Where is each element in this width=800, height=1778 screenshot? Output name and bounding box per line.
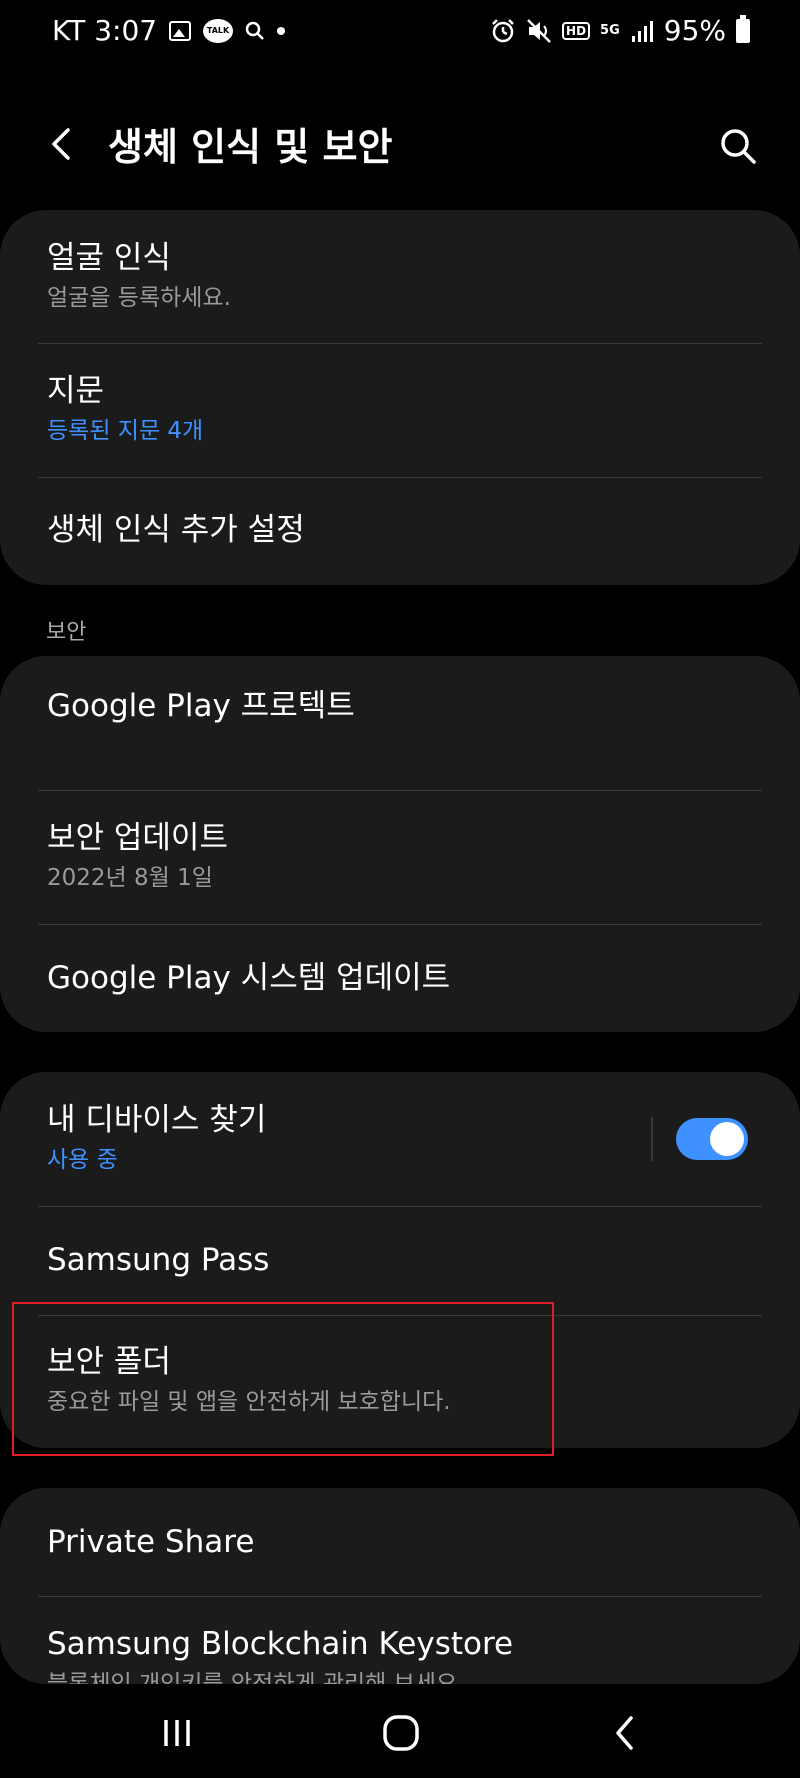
more-notifications-dot-icon: [277, 26, 286, 35]
search-button[interactable]: [716, 124, 760, 168]
find-my-device-item[interactable]: 내 디바이스 찾기 사용 중: [47, 1100, 620, 1176]
find-my-device-toggle[interactable]: [676, 1118, 748, 1160]
more-card: Private Share Samsung Blockchain Keystor…: [0, 1488, 800, 1684]
blockchain-keystore-title: Samsung Blockchain Keystore: [47, 1626, 514, 1662]
fingerprint-title: 지문: [47, 373, 105, 409]
status-right: HD 5G 95%: [490, 14, 750, 47]
samsung-pass-title: Samsung Pass: [47, 1242, 270, 1278]
divider: [38, 924, 762, 925]
back-arrow-icon: [52, 128, 70, 160]
status-left: KT 3:07 TALK: [52, 14, 286, 47]
blockchain-keystore-item[interactable]: Samsung Blockchain Keystore 블록체인 개인키를 안전…: [47, 1624, 753, 1684]
play-system-update-title: Google Play 시스템 업데이트: [47, 960, 451, 996]
face-recognition-subtitle: 얼굴을 등록하세요.: [47, 285, 231, 311]
fingerprint-subtitle: 등록된 지문 4개: [47, 418, 204, 444]
private-share-item[interactable]: Private Share: [47, 1522, 753, 1562]
search-notification-icon: [245, 21, 265, 41]
recents-button[interactable]: [152, 1708, 202, 1758]
play-system-update-item[interactable]: Google Play 시스템 업데이트: [47, 958, 753, 998]
divider: [38, 1596, 762, 1597]
security-update-title: 보안 업데이트: [47, 820, 228, 856]
play-protect-item[interactable]: Google Play 프로텍트: [47, 686, 753, 726]
private-share-title: Private Share: [47, 1524, 255, 1560]
security-update-item[interactable]: 보안 업데이트 2022년 8월 1일: [47, 818, 753, 894]
recents-icon: [164, 1720, 190, 1746]
blockchain-keystore-subtitle: 블록체인 개인키를 안전하게 관리해 보세요.: [47, 1671, 465, 1684]
hd-voice-icon: HD: [562, 21, 591, 40]
divider: [38, 1206, 762, 1207]
divider: [38, 343, 762, 344]
alarm-icon: [490, 18, 516, 44]
toggle-knob: [710, 1122, 744, 1156]
find-my-device-title: 내 디바이스 찾기: [47, 1102, 267, 1138]
face-recognition-item[interactable]: 얼굴 인식 얼굴을 등록하세요.: [47, 238, 753, 314]
kakaotalk-notification-icon: TALK: [203, 18, 234, 43]
toggle-separator: [651, 1117, 653, 1161]
5g-network-icon: 5G: [600, 23, 620, 38]
security-section-label: 보안: [46, 620, 87, 645]
signal-icon: [630, 19, 654, 43]
nav-back-icon: [616, 1716, 633, 1750]
biometrics-extra-settings-title: 생체 인식 추가 설정: [47, 512, 305, 548]
battery-icon: [736, 14, 750, 43]
divider: [38, 790, 762, 791]
back-button[interactable]: [40, 122, 84, 166]
face-recognition-title: 얼굴 인식: [47, 240, 171, 276]
secure-folder-highlight-box: [12, 1302, 554, 1456]
mute-icon: [526, 18, 552, 44]
home-icon: [383, 1715, 419, 1751]
navigation-bar: [0, 1690, 800, 1778]
security-update-date: 2022년 8월 1일: [47, 865, 213, 891]
system-back-button[interactable]: [600, 1708, 650, 1758]
play-protect-title: Google Play 프로텍트: [47, 688, 355, 724]
security-card: Google Play 프로텍트 보안 업데이트 2022년 8월 1일 Goo…: [0, 656, 800, 1032]
page-title: 생체 인식 및 보안: [108, 125, 393, 169]
carrier-time: KT 3:07: [52, 14, 158, 47]
gallery-notification-icon: [169, 20, 192, 41]
biometrics-card: 얼굴 인식 얼굴을 등록하세요. 지문 등록된 지문 4개 생체 인식 추가 설…: [0, 210, 800, 585]
biometrics-extra-settings-item[interactable]: 생체 인식 추가 설정: [47, 510, 753, 550]
app-header: 생체 인식 및 보안: [0, 100, 800, 195]
find-my-device-status: 사용 중: [47, 1147, 118, 1173]
fingerprint-item[interactable]: 지문 등록된 지문 4개: [47, 371, 753, 447]
search-icon: [721, 129, 756, 164]
battery-percent: 95%: [663, 14, 726, 47]
divider: [38, 477, 762, 478]
status-bar: KT 3:07 TALK HD 5G 95%: [0, 0, 800, 64]
samsung-pass-item[interactable]: Samsung Pass: [47, 1240, 753, 1280]
home-button[interactable]: [376, 1708, 426, 1758]
